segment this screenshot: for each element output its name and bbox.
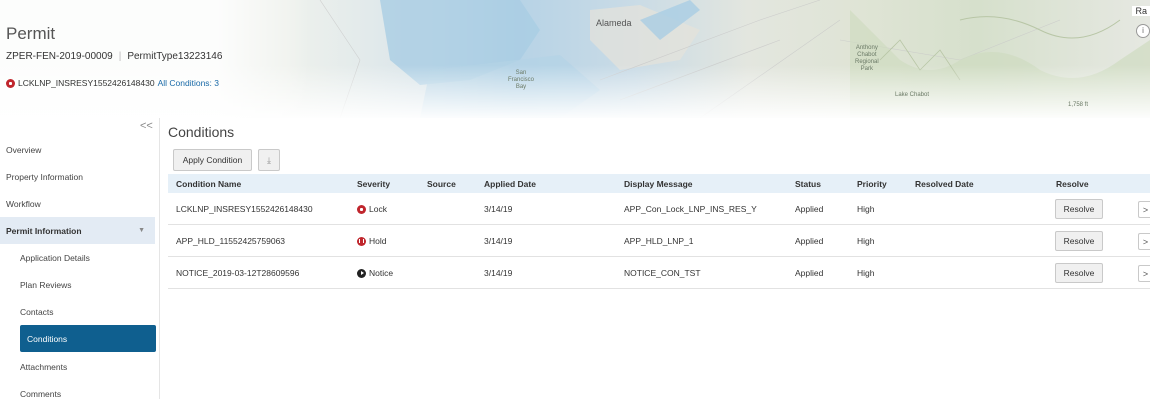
applied-date-cell: 3/14/19 — [484, 236, 513, 246]
resolve-button[interactable]: Resolve — [1055, 231, 1103, 251]
sidebar-item-contacts[interactable]: Contacts — [0, 298, 155, 325]
col-status[interactable]: Status — [795, 179, 821, 189]
chevron-right-icon[interactable]: > — [1138, 233, 1150, 250]
info-icon[interactable]: i — [1136, 24, 1150, 38]
sidebar-item-overview[interactable]: Overview — [0, 136, 155, 163]
sidebar-item-plan-reviews[interactable]: Plan Reviews — [0, 271, 155, 298]
priority-cell: High — [857, 204, 875, 214]
status-cell: Applied — [795, 268, 824, 278]
sidebar-item-property-information[interactable]: Property Information — [0, 163, 155, 190]
severity-label: Hold — [369, 236, 387, 246]
priority-cell: High — [857, 236, 875, 246]
sidebar-item-attachments[interactable]: Attachments — [0, 353, 155, 380]
download-icon[interactable]: ⤓ — [258, 149, 280, 171]
condition-summary: LCKLNP_INSRESY1552426148430 All Conditio… — [6, 78, 219, 88]
apply-condition-button[interactable]: Apply Condition — [173, 149, 252, 171]
sidebar-item-label: Attachments — [20, 361, 68, 372]
sidebar-item-label: Permit Information — [6, 225, 82, 236]
table-header: Condition Name Severity Source Applied D… — [168, 174, 1150, 193]
col-applied-date[interactable]: Applied Date — [484, 179, 536, 189]
chevron-right-icon[interactable]: > — [1138, 201, 1150, 218]
table-row[interactable]: APP_HLD_11552425759063 Hold 3/14/19 APP_… — [168, 225, 1150, 257]
applied-date-cell: 3/14/19 — [484, 204, 513, 214]
col-condition-name[interactable]: Condition Name — [176, 179, 241, 189]
applied-date-cell: 3/14/19 — [484, 268, 513, 278]
sidebar-item-conditions[interactable]: Conditions — [20, 325, 156, 352]
record-header: Permit ZPER-FEN-2019-00009 | PermitType132… — [0, 0, 310, 118]
sidebar: << Overview Property Information Workflo… — [0, 118, 160, 399]
sidebar-item-comments[interactable]: Comments — [0, 380, 155, 399]
display-message-cell: APP_HLD_LNP_1 — [624, 236, 694, 246]
condition-name: LCKLNP_INSRESY1552426148430 — [18, 78, 155, 88]
lock-icon — [357, 204, 366, 214]
sidebar-item-label: Conditions — [27, 333, 68, 344]
table-row[interactable]: LCKLNP_INSRESY1552426148430 Lock 3/14/19… — [168, 193, 1150, 225]
display-message-cell: APP_Con_Lock_LNP_INS_RES_Y — [624, 204, 757, 214]
map-label-alameda: Alameda — [596, 18, 632, 28]
condition-name-cell: APP_HLD_11552425759063 — [176, 236, 286, 246]
severity-label: Lock — [369, 204, 387, 214]
conditions-panel: Conditions Apply Condition ⤓ Condition N… — [168, 118, 1150, 399]
condition-name-cell: NOTICE_2019-03-12T28609596 — [176, 268, 300, 278]
all-conditions-link[interactable]: All Conditions: 3 — [158, 78, 219, 88]
col-priority[interactable]: Priority — [857, 179, 887, 189]
record-id: ZPER-FEN-2019-00009 — [6, 51, 113, 62]
col-severity[interactable]: Severity — [357, 179, 390, 189]
sidebar-item-label: Overview — [6, 144, 42, 155]
chevron-down-icon: ▼ — [138, 227, 145, 234]
condition-name-cell: LCKLNP_INSRESY1552426148430 — [176, 204, 313, 214]
table-row[interactable]: NOTICE_2019-03-12T28609596 Notice 3/14/1… — [168, 257, 1150, 289]
map-label-bay: San Francisco Bay — [508, 70, 535, 90]
col-resolved-date[interactable]: Resolved Date — [915, 179, 974, 189]
map-label-lake: Lake Chabot — [895, 92, 930, 98]
map-label-ra: Ra — [1132, 6, 1150, 16]
sidebar-item-permit-information[interactable]: Permit Information ▼ — [0, 217, 155, 244]
sidebar-item-workflow[interactable]: Workflow — [0, 190, 155, 217]
collapse-sidebar-icon[interactable]: << — [140, 120, 153, 132]
severity-label: Notice — [369, 268, 394, 278]
display-message-cell: NOTICE_CON_TST — [624, 268, 701, 278]
priority-cell: High — [857, 268, 875, 278]
map-banner: Alameda San Francisco Bay Anthony Chabot… — [0, 0, 1150, 118]
resolve-button[interactable]: Resolve — [1055, 263, 1103, 283]
conditions-table: Condition Name Severity Source Applied D… — [168, 174, 1150, 289]
col-source[interactable]: Source — [427, 179, 456, 189]
col-display-message[interactable]: Display Message — [624, 179, 693, 189]
status-cell: Applied — [795, 236, 824, 246]
sidebar-item-label: Comments — [20, 388, 62, 399]
sidebar-item-label: Contacts — [20, 306, 54, 317]
record-identifier: ZPER-FEN-2019-00009 | PermitType13223146 — [6, 51, 222, 62]
sidebar-item-label: Application Details — [20, 252, 90, 263]
sidebar-item-label: Property Information — [6, 171, 84, 182]
sidebar-item-application-details[interactable]: Application Details — [0, 244, 155, 271]
chevron-right-icon[interactable]: > — [1138, 265, 1150, 282]
hold-icon — [357, 236, 366, 246]
notice-icon — [357, 268, 366, 278]
resolve-button[interactable]: Resolve — [1055, 199, 1103, 219]
lock-icon — [6, 78, 15, 88]
status-cell: Applied — [795, 204, 824, 214]
col-resolve: Resolve — [1056, 179, 1089, 189]
severity-cell: Hold — [357, 236, 386, 246]
severity-cell: Lock — [357, 204, 387, 214]
separator: | — [118, 51, 122, 62]
sidebar-item-label: Workflow — [6, 198, 41, 209]
map-label-elevation: 1,758 ft — [1068, 102, 1089, 108]
section-title: Conditions — [168, 124, 235, 140]
severity-cell: Notice — [357, 268, 393, 278]
sidebar-item-label: Plan Reviews — [20, 279, 72, 290]
map-label-park: Anthony Chabot Regional Park — [855, 45, 879, 72]
page-title: Permit — [6, 24, 56, 43]
record-type: PermitType13223146 — [127, 51, 223, 62]
